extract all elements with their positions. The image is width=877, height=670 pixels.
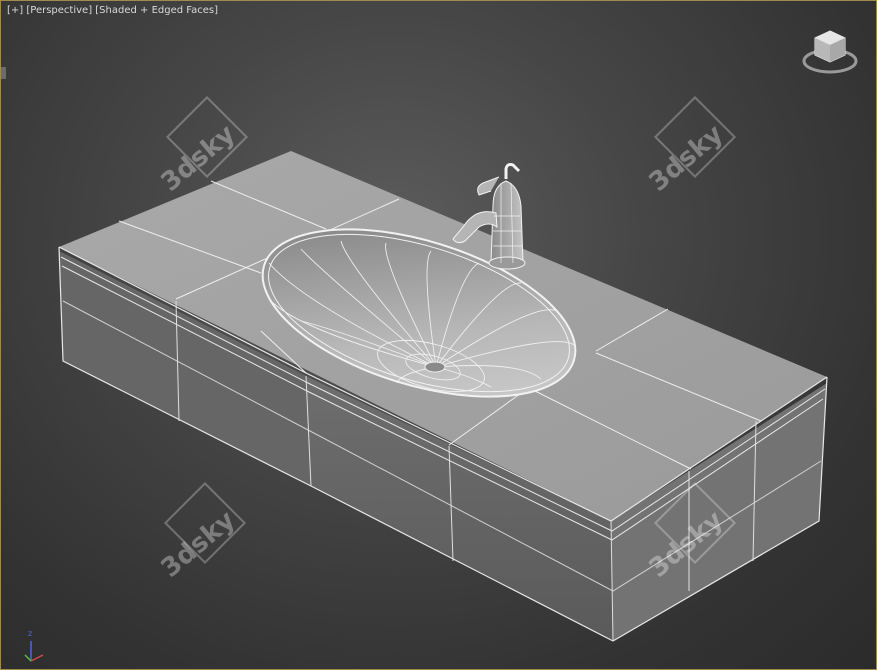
svg-text:3dsky: 3dsky: [156, 505, 242, 584]
watermark-2: 3dsky: [644, 95, 737, 198]
sink-drain: [424, 361, 446, 373]
sink-vanity-model[interactable]: 3dsky 3dsky 3dsky 3dsky: [1, 1, 877, 670]
viewcube-icon[interactable]: [801, 27, 863, 79]
axis-tripod-icon: z: [21, 629, 53, 667]
watermark-3: 3dsky: [156, 481, 247, 584]
svg-text:3dsky: 3dsky: [644, 119, 730, 198]
viewport-perspective[interactable]: [+] [Perspective] [Shaded + Edged Faces]: [0, 0, 877, 670]
